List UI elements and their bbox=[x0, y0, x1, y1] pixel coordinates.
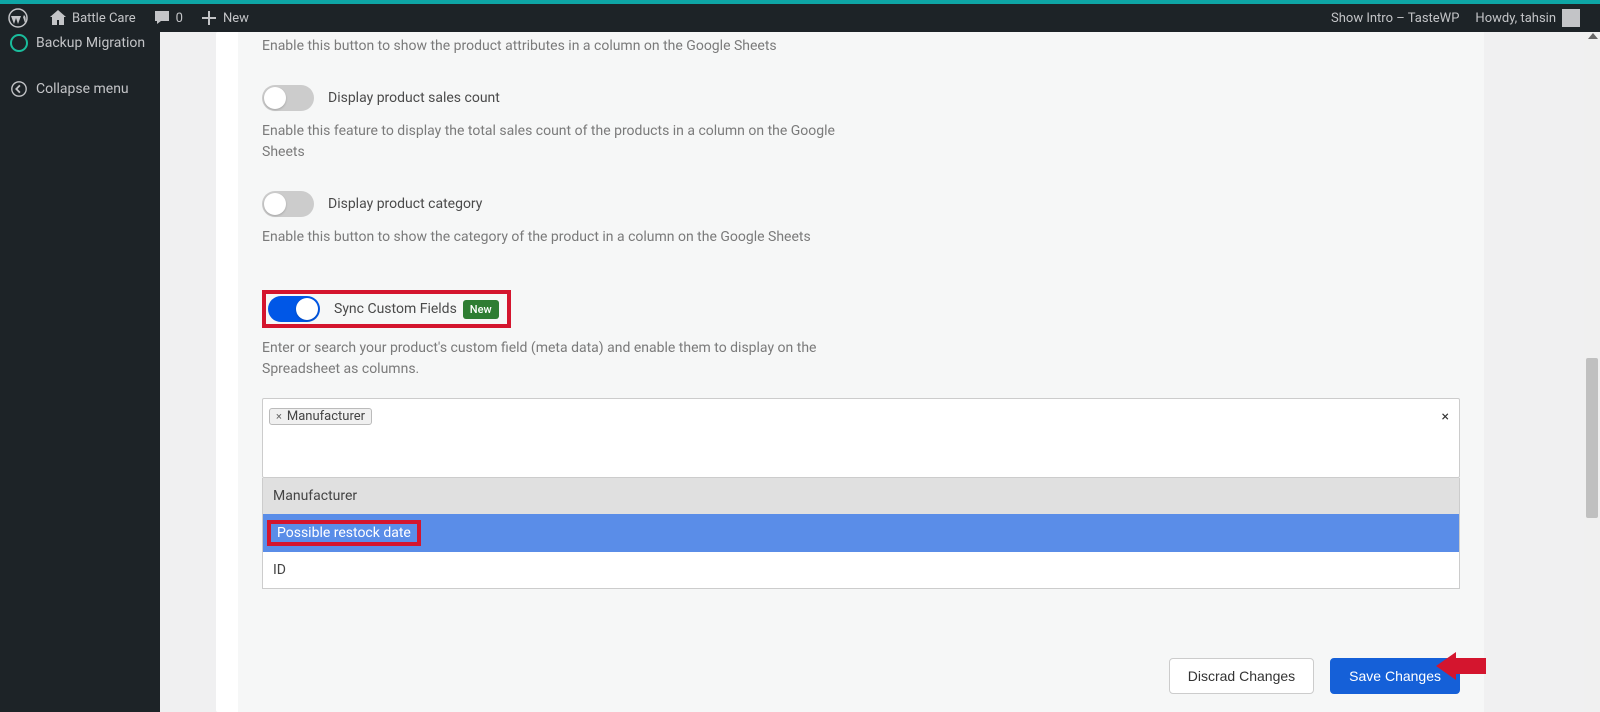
dropdown-option-manufacturer[interactable]: Manufacturer bbox=[263, 478, 1459, 514]
site-link[interactable]: Battle Care bbox=[40, 4, 144, 32]
toggle-category[interactable] bbox=[262, 191, 314, 217]
sidebar-item-backup-migration[interactable]: Backup Migration bbox=[0, 32, 160, 60]
collapse-menu[interactable]: Collapse menu bbox=[0, 72, 160, 106]
comment-icon bbox=[152, 8, 172, 28]
toggle-custom-fields[interactable] bbox=[268, 296, 320, 322]
custom-fields-multiselect[interactable]: × Manufacturer × bbox=[262, 398, 1460, 478]
footer-actions: Discrad Changes Save Changes bbox=[1169, 658, 1460, 694]
setting-label: Display product category bbox=[328, 196, 482, 212]
comments-count: 0 bbox=[176, 11, 183, 26]
home-icon bbox=[48, 8, 68, 28]
intro-link[interactable]: Show Intro – TasteWP bbox=[1331, 11, 1459, 26]
wordpress-icon bbox=[8, 8, 28, 28]
setting-desc: Enable this button to show the product a… bbox=[262, 36, 842, 57]
account-link[interactable]: Howdy, tahsin bbox=[1475, 4, 1580, 32]
avatar bbox=[1562, 9, 1580, 27]
annotation-arrow bbox=[1436, 652, 1486, 680]
clear-all[interactable]: × bbox=[1442, 409, 1449, 425]
collapse-label: Collapse menu bbox=[36, 81, 129, 97]
admin-sidebar: Backup Migration Collapse menu bbox=[0, 32, 160, 712]
site-name: Battle Care bbox=[72, 11, 136, 26]
dropdown-option-id[interactable]: ID bbox=[263, 552, 1459, 588]
discard-button[interactable]: Discrad Changes bbox=[1169, 658, 1314, 694]
setting-attributes: Enable this button to show the product a… bbox=[262, 32, 1460, 81]
dropdown-option-restock-date[interactable]: Possible restock date bbox=[263, 514, 1459, 552]
collapse-icon bbox=[10, 80, 28, 98]
tag-label: Manufacturer bbox=[287, 409, 365, 424]
selected-tag: × Manufacturer bbox=[269, 408, 372, 425]
plus-icon bbox=[199, 8, 219, 28]
setting-custom-fields: Sync Custom Fields New Enter or search y… bbox=[262, 272, 1460, 613]
custom-fields-dropdown: Manufacturer Possible restock date ID bbox=[262, 478, 1460, 589]
new-badge: New bbox=[463, 300, 499, 319]
new-link[interactable]: New bbox=[191, 4, 257, 32]
setting-label: Display product sales count bbox=[328, 90, 500, 106]
wp-logo[interactable] bbox=[0, 4, 40, 32]
comments-link[interactable]: 0 bbox=[144, 4, 191, 32]
toggle-sales-count[interactable] bbox=[262, 85, 314, 111]
admin-toolbar: Battle Care 0 New Show Intro – TasteWP H… bbox=[0, 0, 1600, 32]
highlight-annotation: Possible restock date bbox=[267, 520, 421, 546]
scroll-up-icon bbox=[1588, 33, 1598, 39]
new-label: New bbox=[223, 11, 249, 26]
setting-label: Sync Custom Fields bbox=[334, 301, 457, 317]
main-content: Enable this button to show the product a… bbox=[160, 32, 1540, 712]
sidebar-label: Backup Migration bbox=[36, 35, 145, 51]
backup-icon bbox=[10, 34, 28, 52]
highlight-annotation: Sync Custom Fields New bbox=[262, 290, 511, 328]
setting-sales-count: Display product sales count Enable this … bbox=[262, 81, 1460, 187]
setting-desc: Enable this feature to display the total… bbox=[262, 121, 842, 163]
scroll-thumb[interactable] bbox=[1586, 358, 1598, 518]
remove-tag[interactable]: × bbox=[276, 410, 282, 423]
howdy-text: Howdy, tahsin bbox=[1475, 11, 1556, 26]
scrollbar[interactable] bbox=[1584, 32, 1600, 712]
setting-desc: Enter or search your product's custom fi… bbox=[262, 338, 842, 380]
setting-category: Display product category Enable this but… bbox=[262, 187, 1460, 272]
setting-desc: Enable this button to show the category … bbox=[262, 227, 842, 248]
